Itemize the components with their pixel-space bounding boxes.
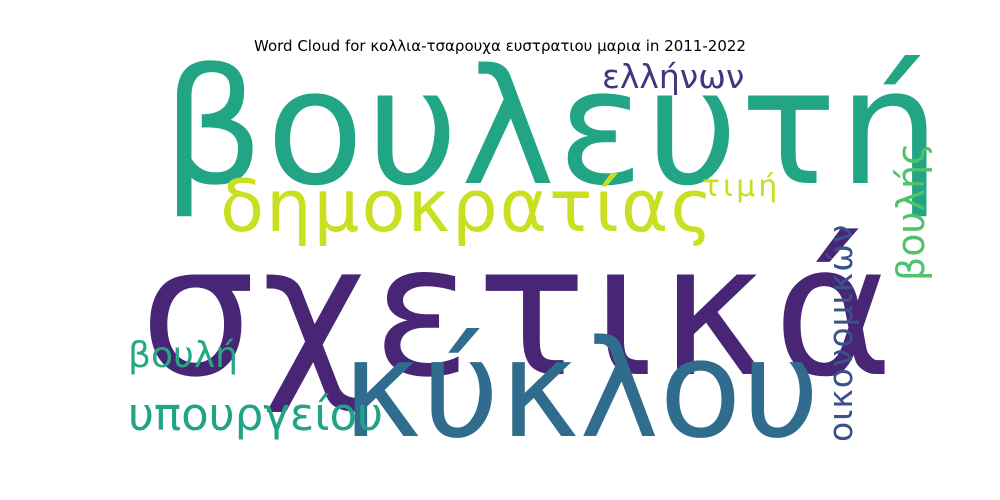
word-timi: τιμή bbox=[702, 169, 781, 204]
word-ellinon: ελλήνων bbox=[602, 57, 745, 96]
word-ypourgeiou: υπουργείου bbox=[128, 388, 384, 441]
word-vouli: βουλή bbox=[128, 335, 238, 376]
word-dimokratias: δημοκρατίας bbox=[220, 164, 715, 248]
word-oikonomikon: οικονομικών bbox=[821, 223, 860, 442]
word-voulis: βουλής bbox=[889, 142, 933, 281]
word-kyklou: κύκλου bbox=[342, 311, 820, 468]
word-cloud: βουλευτή σχετικά κύκλου δημοκρατίας ελλή… bbox=[128, 48, 940, 468]
